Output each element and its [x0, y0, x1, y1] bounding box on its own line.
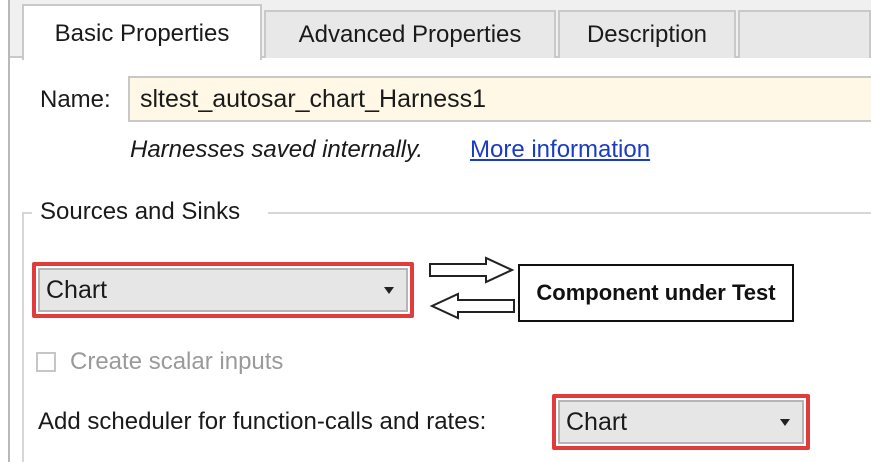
- tab-advanced-properties[interactable]: Advanced Properties: [264, 10, 556, 58]
- create-scalar-inputs-checkbox[interactable]: [36, 352, 56, 372]
- group-border-left: [22, 212, 24, 462]
- name-label: Name:: [40, 86, 111, 113]
- component-under-test-box: Component under Test: [518, 264, 794, 322]
- tab-basic-properties[interactable]: Basic Properties: [22, 4, 262, 60]
- sources-sinks-dropdown[interactable]: Chart: [38, 268, 408, 312]
- harness-note: Harnesses saved internally.: [130, 136, 424, 163]
- group-border-top: [268, 212, 871, 214]
- sources-sinks-title: Sources and Sinks: [36, 197, 245, 227]
- tab-strip-filler: [738, 10, 871, 58]
- caret-down-icon: [780, 419, 790, 426]
- sources-sinks-value: Chart: [46, 276, 108, 304]
- dialog-frame: [8, 0, 871, 462]
- scheduler-label: Add scheduler for function-calls and rat…: [38, 408, 487, 435]
- tab-strip: Basic Properties Advanced Properties Des…: [10, 0, 871, 60]
- scheduler-dropdown[interactable]: Chart: [558, 400, 804, 444]
- caret-down-icon: [384, 287, 394, 294]
- arrow-right-icon: [429, 256, 515, 284]
- scheduler-value: Chart: [566, 408, 628, 436]
- tab-description[interactable]: Description: [558, 10, 736, 58]
- more-information-link[interactable]: More information: [470, 132, 650, 168]
- create-scalar-inputs-label: Create scalar inputs: [70, 348, 284, 375]
- name-field[interactable]: [128, 76, 871, 122]
- data-flow-arrows: [429, 256, 515, 320]
- arrow-left-icon: [429, 292, 515, 320]
